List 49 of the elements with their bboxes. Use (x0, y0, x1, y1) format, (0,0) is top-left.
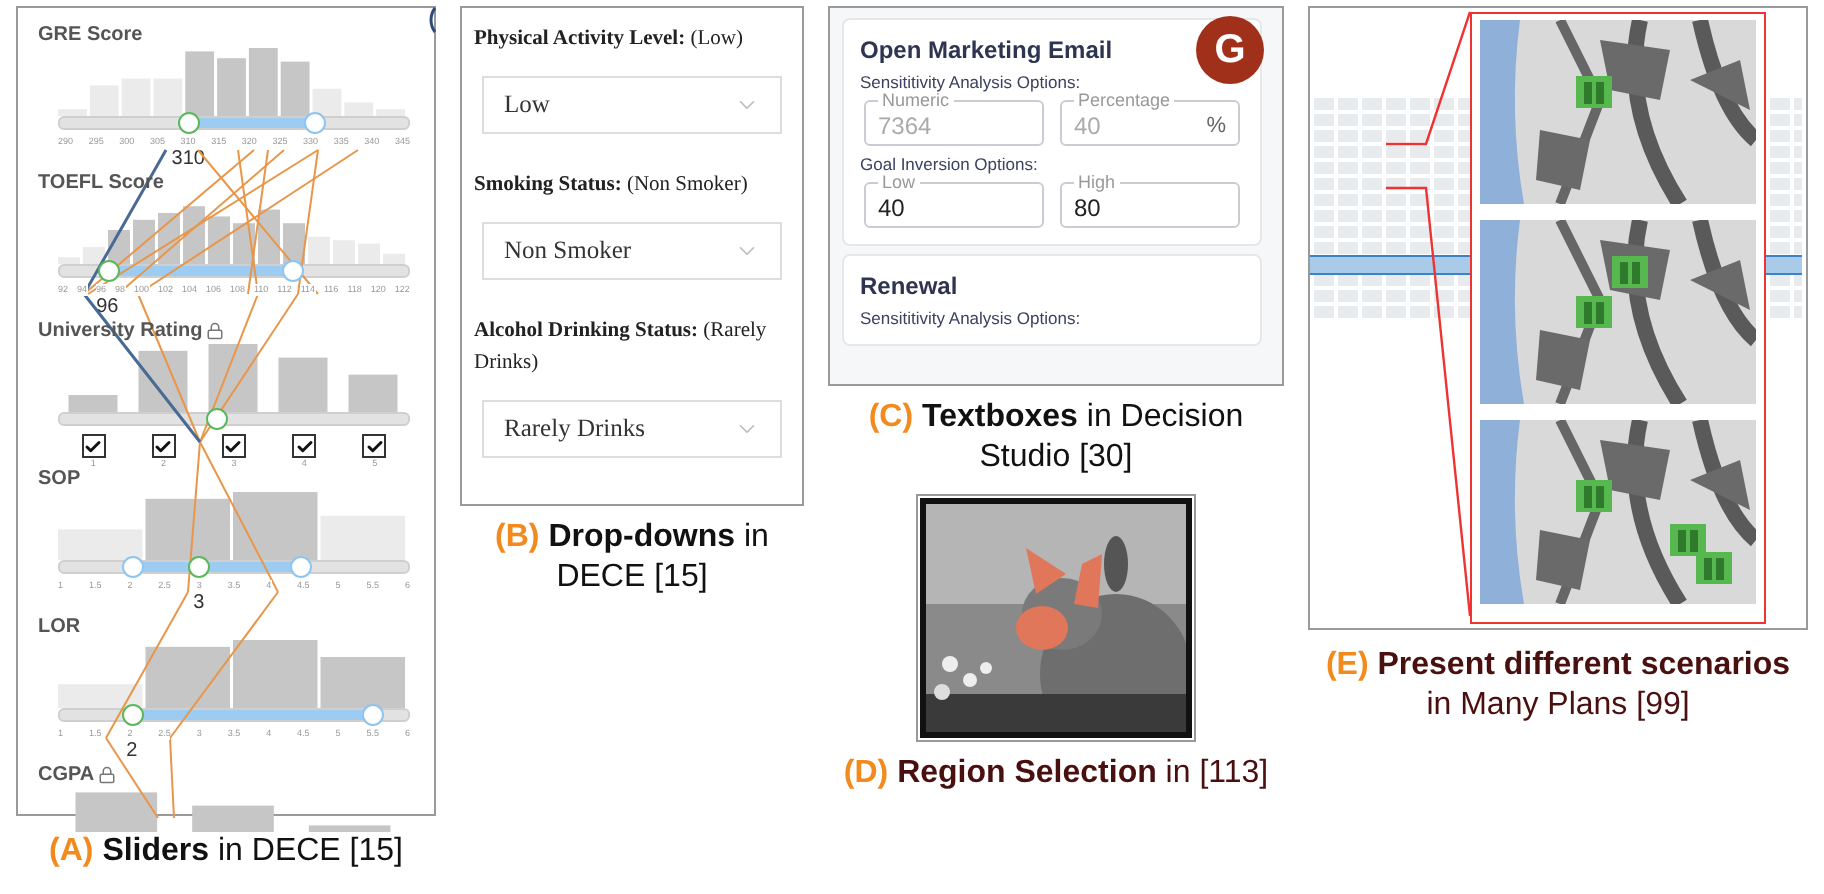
text-field[interactable]: High 80 (1060, 174, 1240, 228)
slider-value: 2 (126, 740, 138, 762)
dropdown[interactable]: Non Smoker (482, 222, 782, 280)
avatar: G (1196, 16, 1264, 84)
checkbox[interactable] (221, 434, 246, 458)
value-handle[interactable] (188, 556, 211, 578)
text-field[interactable]: Low 40 (864, 174, 1044, 228)
arc-icon (428, 6, 436, 34)
section-label: Sensititivity Analysis Options: (860, 72, 1083, 92)
slider-track[interactable] (58, 708, 410, 722)
lock-icon (206, 321, 225, 339)
figure-caption: (A) Sliders in DECE [15] (47, 832, 405, 872)
value-handle[interactable] (205, 408, 228, 430)
checkbox[interactable] (151, 434, 176, 458)
slider-value: 96 (96, 296, 119, 318)
slider-track[interactable] (58, 412, 410, 426)
checkbox[interactable] (81, 434, 106, 458)
slider-track[interactable] (58, 264, 410, 278)
slider-value: 310 (171, 148, 205, 170)
field-label: Physical Activity Level: (Low) (474, 26, 745, 54)
checkbox[interactable] (292, 434, 317, 458)
dropdown[interactable]: Rarely Drinks (482, 400, 782, 458)
slider-label: GRE Score (38, 23, 143, 45)
range-handle[interactable] (282, 260, 305, 282)
section-label: Sensititivity Analysis Options: (860, 308, 1083, 328)
dropdown[interactable]: Low (482, 76, 782, 134)
value-handle[interactable] (177, 112, 200, 134)
value-handle[interactable] (122, 704, 145, 726)
section-label: Goal Inversion Options: (860, 154, 1040, 174)
figure-caption: (D) Region Selection in [113] (841, 754, 1271, 794)
slider-label: CGPA (38, 763, 95, 785)
card-title: Renewal (860, 272, 958, 300)
field-input[interactable]: 40 (878, 193, 1030, 221)
figure-caption: (E) Present different scenarios in Many Plans [99] (1323, 646, 1793, 726)
field-label: Alcohol Drinking Status: (Rarely Drinks) (474, 318, 769, 378)
checkbox[interactable] (362, 434, 387, 458)
slider-track[interactable] (58, 116, 410, 130)
field-input[interactable]: 80 (1074, 193, 1226, 221)
slider-label: SOP (38, 467, 81, 489)
range-handle[interactable] (362, 704, 385, 726)
figure-caption: (C) Textboxes in Decision Studio [30] (866, 398, 1246, 478)
range-handle[interactable] (122, 556, 145, 578)
slider-value: 3 (193, 592, 205, 614)
card-title: Open Marketing Email (860, 36, 1113, 64)
field-label: Smoking Status: (Non Smoker) (474, 172, 750, 200)
slider-track[interactable] (58, 560, 410, 574)
lock-icon (98, 765, 117, 783)
figure-caption: (B) Drop-downs in DECE [15] (493, 518, 771, 598)
slider-label: LOR (38, 615, 81, 637)
